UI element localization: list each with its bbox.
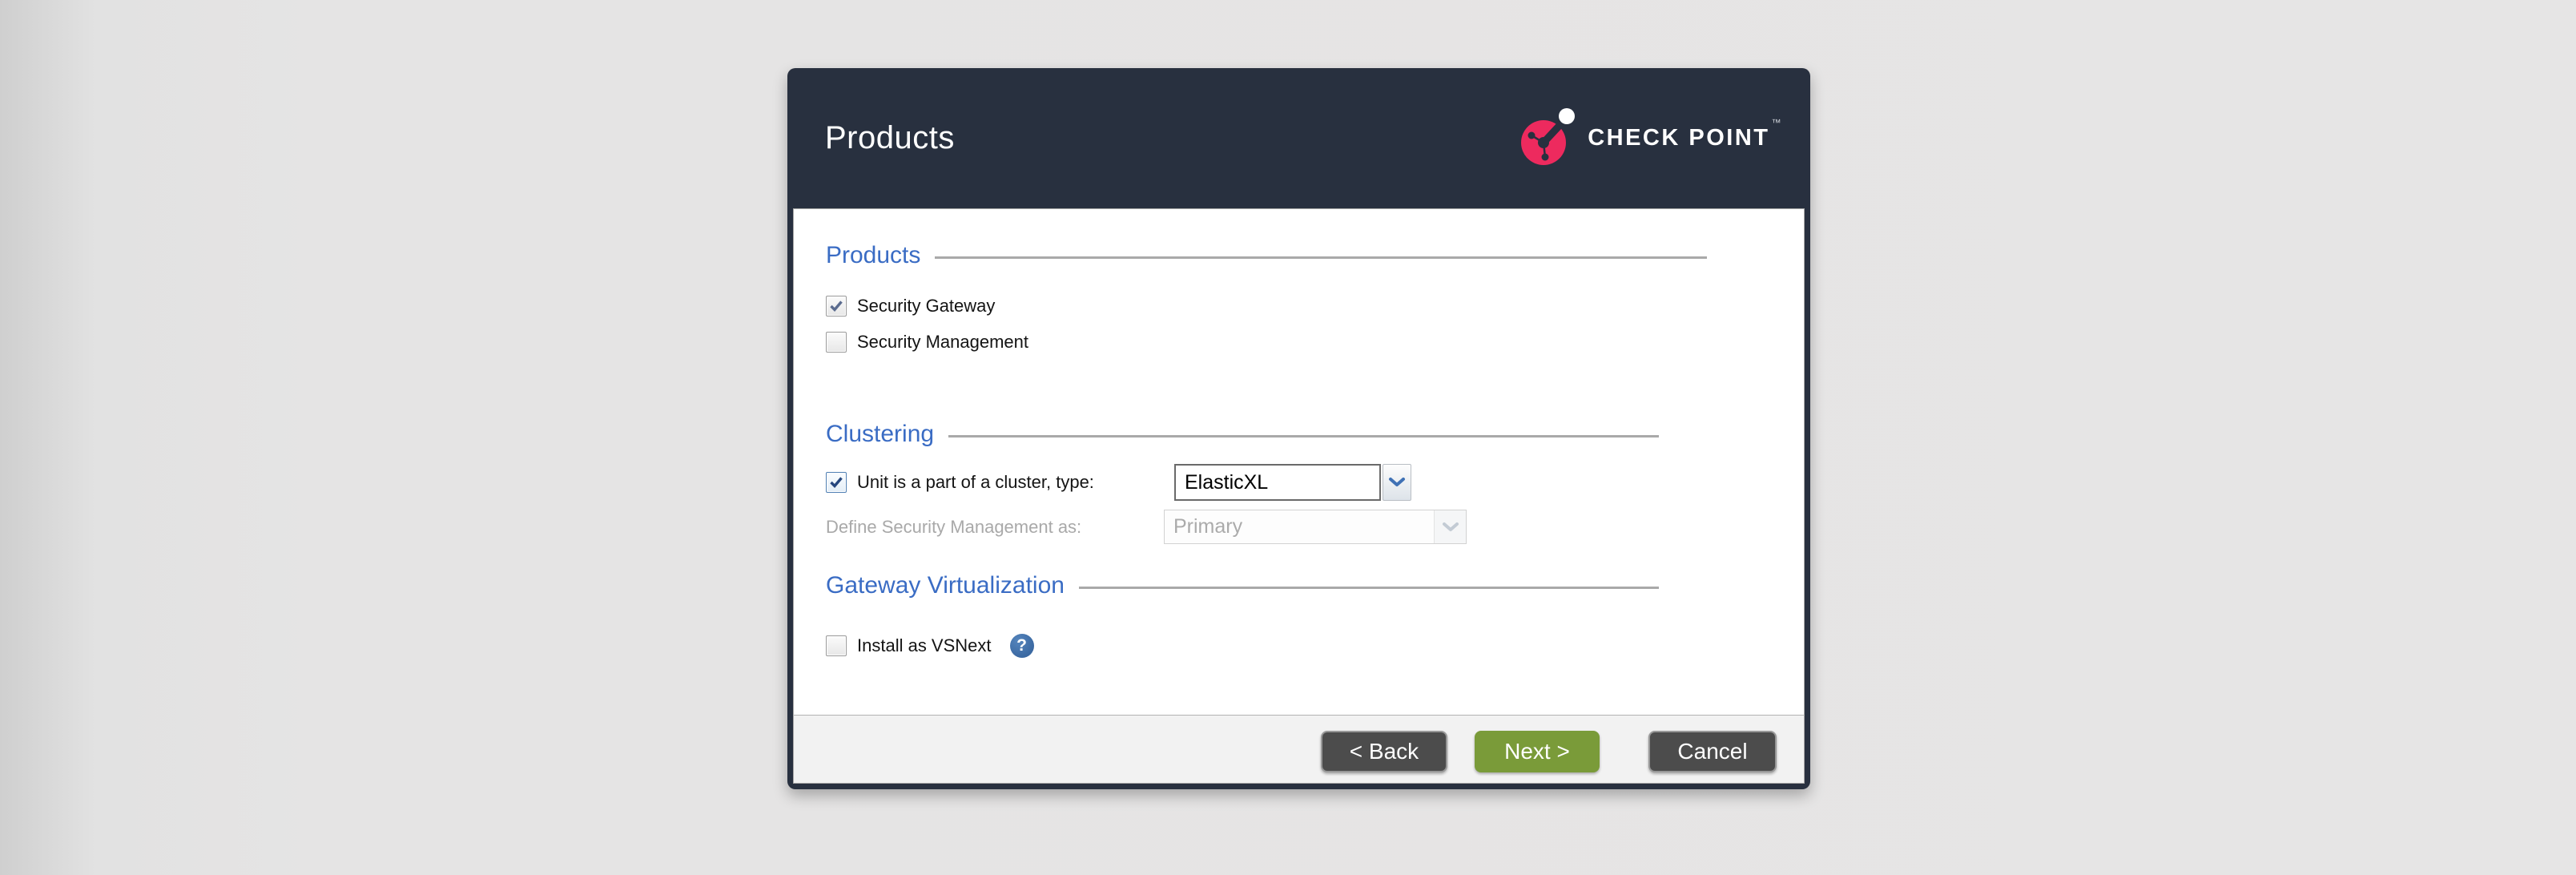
- section-rule: [948, 435, 1659, 438]
- dialog-footer: < Back Next > Cancel: [793, 715, 1805, 784]
- section-title-virtualization: Gateway Virtualization: [826, 571, 1065, 600]
- vsnext-help-icon[interactable]: ?: [1010, 634, 1034, 658]
- products-section-heading: Products: [826, 241, 1707, 270]
- security-management-label: Security Management: [857, 332, 1028, 353]
- page-title: Products: [825, 120, 955, 156]
- clustering-section-heading: Clustering: [826, 420, 1659, 449]
- management-role-dropdown: Primary: [1164, 510, 1467, 544]
- install-vsnext-label: Install as VSNext: [857, 635, 992, 656]
- check-icon: [829, 300, 843, 312]
- security-gateway-checkbox[interactable]: [826, 296, 847, 317]
- cluster-member-checkbox[interactable]: [826, 472, 847, 493]
- section-title-clustering: Clustering: [826, 420, 934, 449]
- cluster-checkbox-group: Unit is a part of a cluster, type:: [826, 472, 1164, 493]
- back-button[interactable]: < Back: [1321, 731, 1447, 772]
- brand-name: CHECK POINT™: [1588, 125, 1781, 151]
- define-management-label: Define Security Management as:: [826, 517, 1164, 538]
- security-gateway-label: Security Gateway: [857, 296, 995, 317]
- products-wizard-dialog: Products CHECK POINT™ Products: [787, 68, 1810, 789]
- dialog-header: Products CHECK POINT™: [787, 68, 1810, 208]
- section-rule: [935, 256, 1707, 259]
- checkpoint-logo: CHECK POINT™: [1519, 106, 1781, 171]
- dialog-content: Products Security Gateway Security Manag…: [793, 208, 1805, 715]
- vsnext-row: Install as VSNext ?: [826, 634, 1804, 658]
- security-gateway-row: Security Gateway: [826, 296, 1804, 317]
- checkpoint-mark-icon: [1519, 106, 1576, 171]
- management-role-dropdown-button: [1434, 510, 1466, 543]
- define-management-row: Define Security Management as: Primary: [826, 510, 1804, 544]
- trademark-symbol: ™: [1772, 117, 1784, 128]
- install-vsnext-checkbox[interactable]: [826, 635, 847, 656]
- cluster-type-dropdown[interactable]: ElasticXL: [1174, 464, 1411, 501]
- brand-name-text: CHECK POINT: [1588, 125, 1769, 151]
- cancel-button[interactable]: Cancel: [1648, 731, 1777, 772]
- cluster-type-dropdown-button[interactable]: [1383, 464, 1411, 501]
- security-management-checkbox[interactable]: [826, 332, 847, 353]
- check-icon: [829, 476, 843, 489]
- management-role-value: Primary: [1165, 510, 1434, 543]
- section-title-products: Products: [826, 241, 920, 270]
- cluster-type-value: ElasticXL: [1174, 464, 1381, 501]
- next-button[interactable]: Next >: [1475, 731, 1600, 772]
- chevron-down-icon: [1388, 477, 1406, 488]
- cluster-type-row: Unit is a part of a cluster, type: Elast…: [826, 464, 1804, 501]
- cluster-member-label: Unit is a part of a cluster, type:: [857, 472, 1094, 493]
- security-management-row: Security Management: [826, 332, 1804, 353]
- virtualization-section-heading: Gateway Virtualization: [826, 571, 1659, 600]
- section-rule: [1079, 587, 1659, 589]
- chevron-down-icon: [1442, 522, 1459, 533]
